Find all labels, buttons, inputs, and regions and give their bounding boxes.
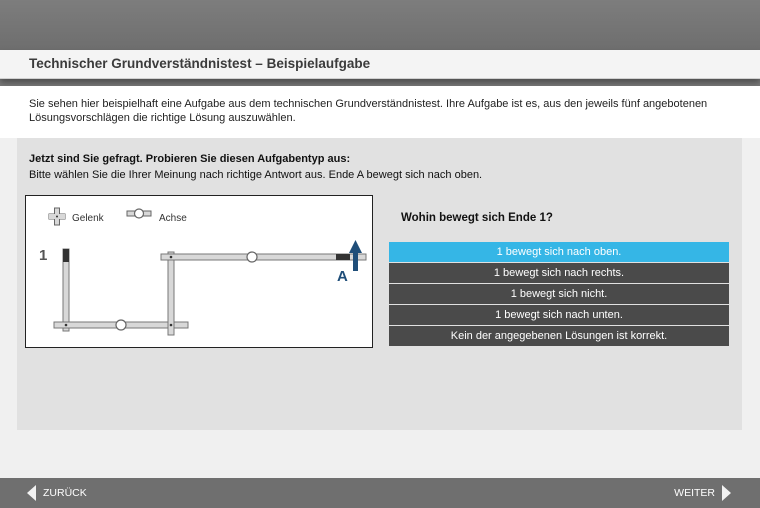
content-area: Sie sehen hier beispielhaft eine Aufgabe… (0, 86, 760, 478)
top-horizontal-bar (160, 253, 367, 261)
back-label: ZURÜCK (43, 487, 87, 499)
axis-legend-icon (126, 208, 152, 219)
answer-option-down[interactable]: 1 bewegt sich nach unten. (389, 305, 729, 325)
chevron-left-icon (27, 485, 36, 501)
end-a-label: A (337, 268, 348, 285)
answer-option-none[interactable]: 1 bewegt sich nicht. (389, 284, 729, 304)
bottom-nav-bar: ZURÜCK WEITER (0, 478, 760, 508)
axis-legend-label: Achse (159, 213, 187, 224)
end-1-label: 1 (39, 247, 47, 264)
answer-option-right[interactable]: 1 bewegt sich nach rechts. (389, 263, 729, 283)
intro-section: Sie sehen hier beispielhaft eine Aufgabe… (0, 86, 760, 138)
page-title: Technischer Grundverständnistest – Beisp… (29, 56, 371, 71)
question-text: Wohin bewegt sich Ende 1? (401, 212, 553, 224)
task-instruction: Bitte wählen Sie die Ihrer Meinung nach … (29, 169, 483, 181)
top-bar (0, 0, 760, 50)
answer-option-no-correct[interactable]: Kein der angegebenen Lösungen ist korrek… (389, 326, 729, 346)
joint-bottom-right (169, 323, 173, 327)
axis-bottom (115, 319, 127, 331)
back-button[interactable]: ZURÜCK (27, 478, 93, 508)
task-heading: Jetzt sind Sie gefragt. Probieren Sie di… (29, 153, 351, 165)
joint-legend-icon (48, 207, 66, 226)
question-box: Wohin bewegt sich Ende 1? (389, 195, 729, 239)
joint-top (169, 255, 173, 259)
answer-option-up[interactable]: 1 bewegt sich nach oben. (389, 242, 729, 262)
end-a-cap (336, 254, 350, 260)
middle-vertical-bar (167, 251, 175, 336)
next-label: WEITER (674, 487, 715, 499)
axis-top (246, 251, 258, 263)
chevron-right-icon (722, 485, 731, 501)
joint-bottom-left (64, 323, 68, 327)
end-1-cap (63, 249, 69, 262)
intro-text: Sie sehen hier beispielhaft eine Aufgabe… (29, 98, 708, 124)
mechanism-diagram: Gelenk Achse 1 A (25, 195, 373, 348)
answer-list: 1 bewegt sich nach oben. 1 bewegt sich n… (389, 242, 729, 347)
mechanism-drawing: Gelenk Achse 1 A (39, 207, 367, 336)
joint-legend-label: Gelenk (72, 213, 105, 224)
next-button[interactable]: WEITER (668, 478, 731, 508)
title-bar: Technischer Grundverständnistest – Beisp… (0, 50, 760, 79)
task-panel: Jetzt sind Sie gefragt. Probieren Sie di… (17, 138, 742, 430)
